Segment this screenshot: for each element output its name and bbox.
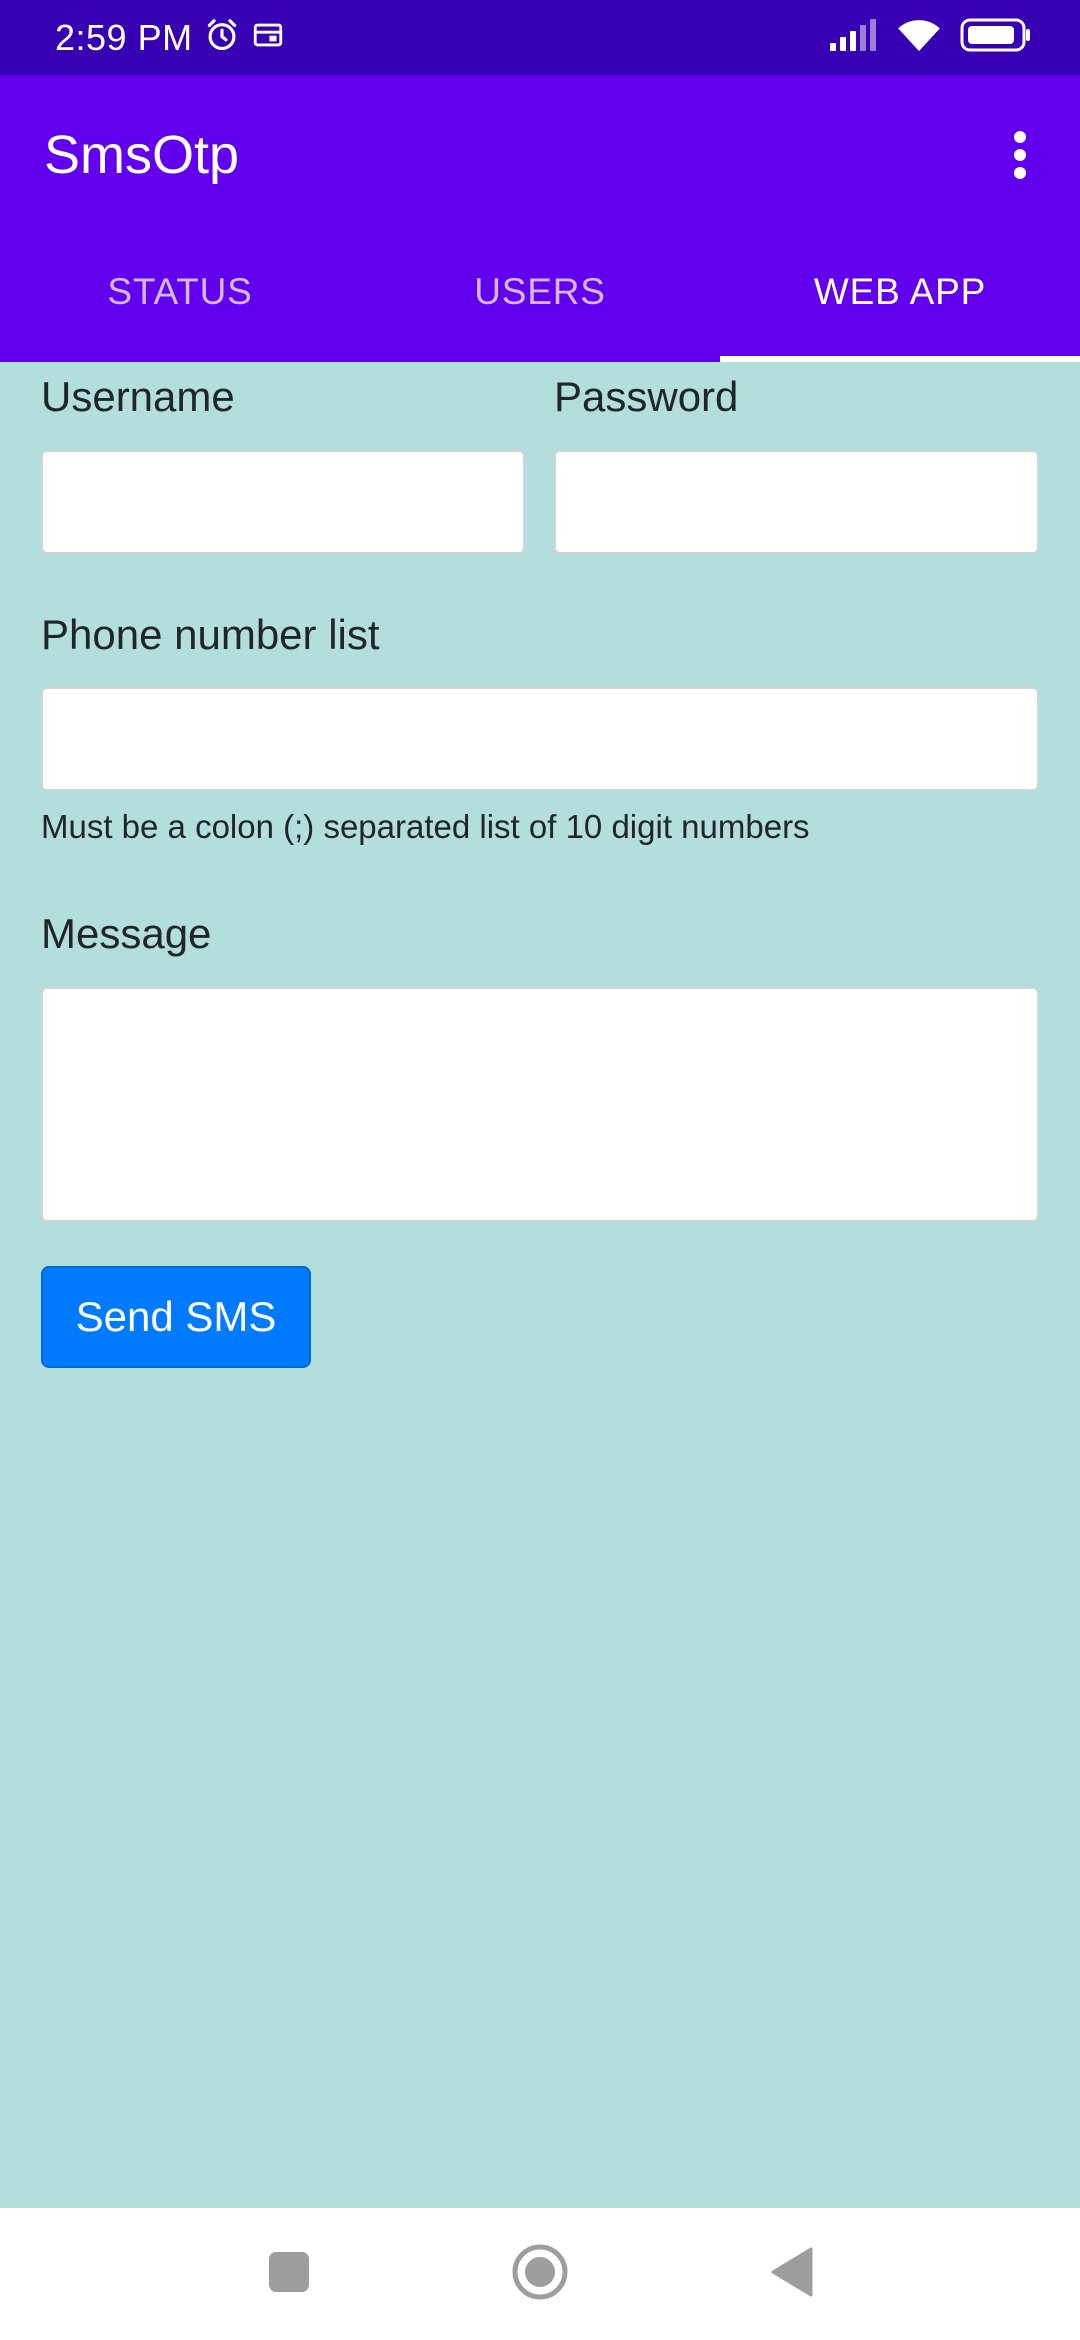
tab-web-app[interactable]: WEB APP [720,222,1080,362]
home-circle-icon[interactable] [511,2243,569,2306]
message-textarea[interactable] [41,987,1039,1222]
back-triangle-icon[interactable] [769,2247,813,2302]
status-time: 2:59 PM [55,16,193,58]
username-label: Username [41,373,235,420]
battery-icon [960,18,1032,57]
screen-cast-icon [251,18,285,57]
status-bar: 2:59 PM [0,0,1080,75]
send-sms-button[interactable]: Send SMS [41,1266,311,1368]
username-field[interactable] [41,450,525,554]
more-vert-icon[interactable] [990,123,1050,187]
app-title: SmsOtp [44,125,240,185]
recents-square-icon[interactable] [267,2250,311,2299]
tab-status[interactable]: STATUS [0,222,360,362]
tab-bar: STATUS USERS WEB APP [0,222,1080,362]
password-field[interactable] [554,450,1039,554]
phone-list-field[interactable] [41,687,1039,791]
password-label: Password [554,373,739,420]
wifi-icon [896,17,942,58]
phone-list-help: Must be a colon (;) separated list of 10… [41,808,810,845]
signal-icon [828,19,878,56]
message-label: Message [41,910,212,957]
phone-list-label: Phone number list [41,611,380,658]
app-bar: SmsOtp STATUS USERS WEB APP [0,75,1080,362]
tab-users[interactable]: USERS [360,222,720,362]
system-nav-bar [0,2208,1080,2340]
alarm-icon [203,16,241,59]
